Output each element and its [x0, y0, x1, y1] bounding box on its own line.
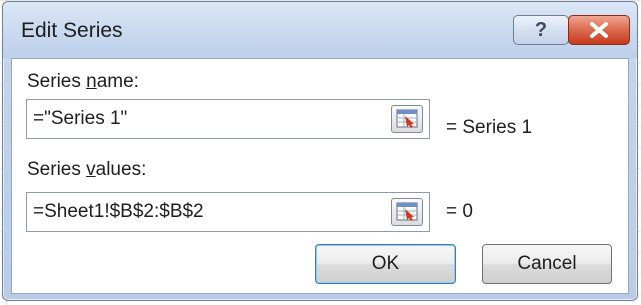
- edit-series-dialog: Edit Series ? Series name: ="Series 1" =…: [2, 1, 638, 301]
- cancel-button[interactable]: Cancel: [482, 244, 612, 284]
- help-icon: ?: [534, 18, 548, 41]
- series-values-collapse-button[interactable]: [391, 198, 423, 226]
- dialog-titlebar[interactable]: Edit Series ?: [3, 2, 637, 58]
- ok-button[interactable]: OK: [315, 244, 456, 284]
- close-button[interactable]: [568, 15, 630, 45]
- series-values-input[interactable]: [33, 193, 383, 231]
- series-values-label: Series values:: [27, 159, 147, 180]
- series-name-input[interactable]: [33, 100, 383, 138]
- series-values-result: = 0: [446, 201, 473, 222]
- dialog-body: Series name: = Series 1 Series values:: [11, 58, 629, 294]
- help-button[interactable]: ?: [513, 15, 569, 45]
- close-icon: [590, 22, 608, 38]
- series-name-collapse-button[interactable]: [391, 105, 423, 133]
- range-select-icon: [396, 202, 418, 221]
- series-name-field[interactable]: [26, 99, 430, 139]
- series-name-label: Series name:: [27, 71, 139, 92]
- series-name-result: = Series 1: [446, 117, 533, 138]
- series-values-field[interactable]: [26, 192, 430, 232]
- dialog-title: Edit Series: [21, 19, 123, 42]
- range-select-icon: [396, 109, 418, 128]
